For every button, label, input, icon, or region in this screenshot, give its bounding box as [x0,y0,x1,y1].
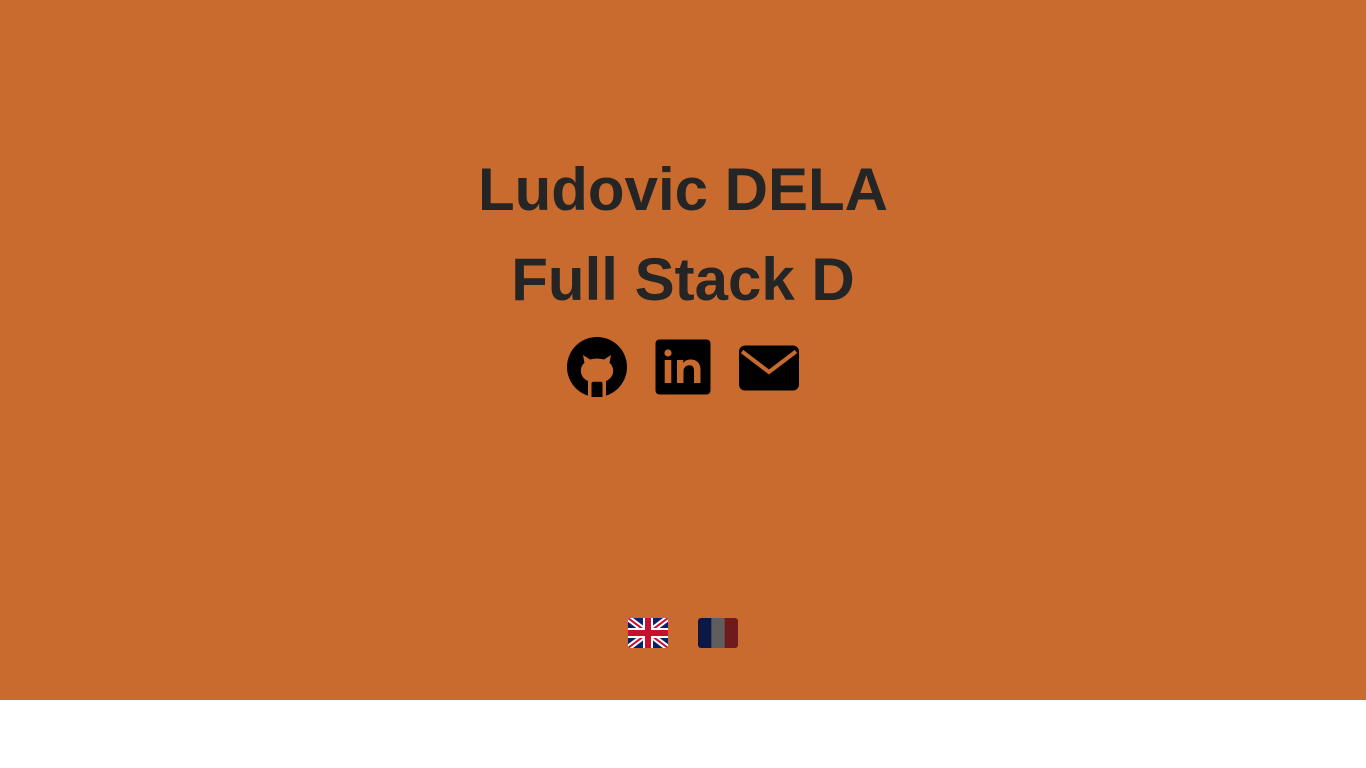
language-fr-button[interactable] [698,618,738,648]
language-switcher [0,618,1366,648]
linkedin-link[interactable] [653,337,713,397]
email-link[interactable] [739,337,799,397]
github-icon [567,337,627,397]
github-link[interactable] [567,337,627,397]
france-flag-icon [698,618,738,648]
uk-flag-icon [628,618,668,648]
envelope-icon [739,345,799,391]
job-title: Full Stack D [511,246,855,313]
social-links [0,336,1366,398]
page-footer [0,700,1366,768]
hero-section: Ludovic DELA Full Stack D [0,0,1366,700]
author-name: Ludovic DELA [477,156,888,223]
linkedin-icon [655,339,711,395]
language-en-button[interactable] [628,618,668,648]
